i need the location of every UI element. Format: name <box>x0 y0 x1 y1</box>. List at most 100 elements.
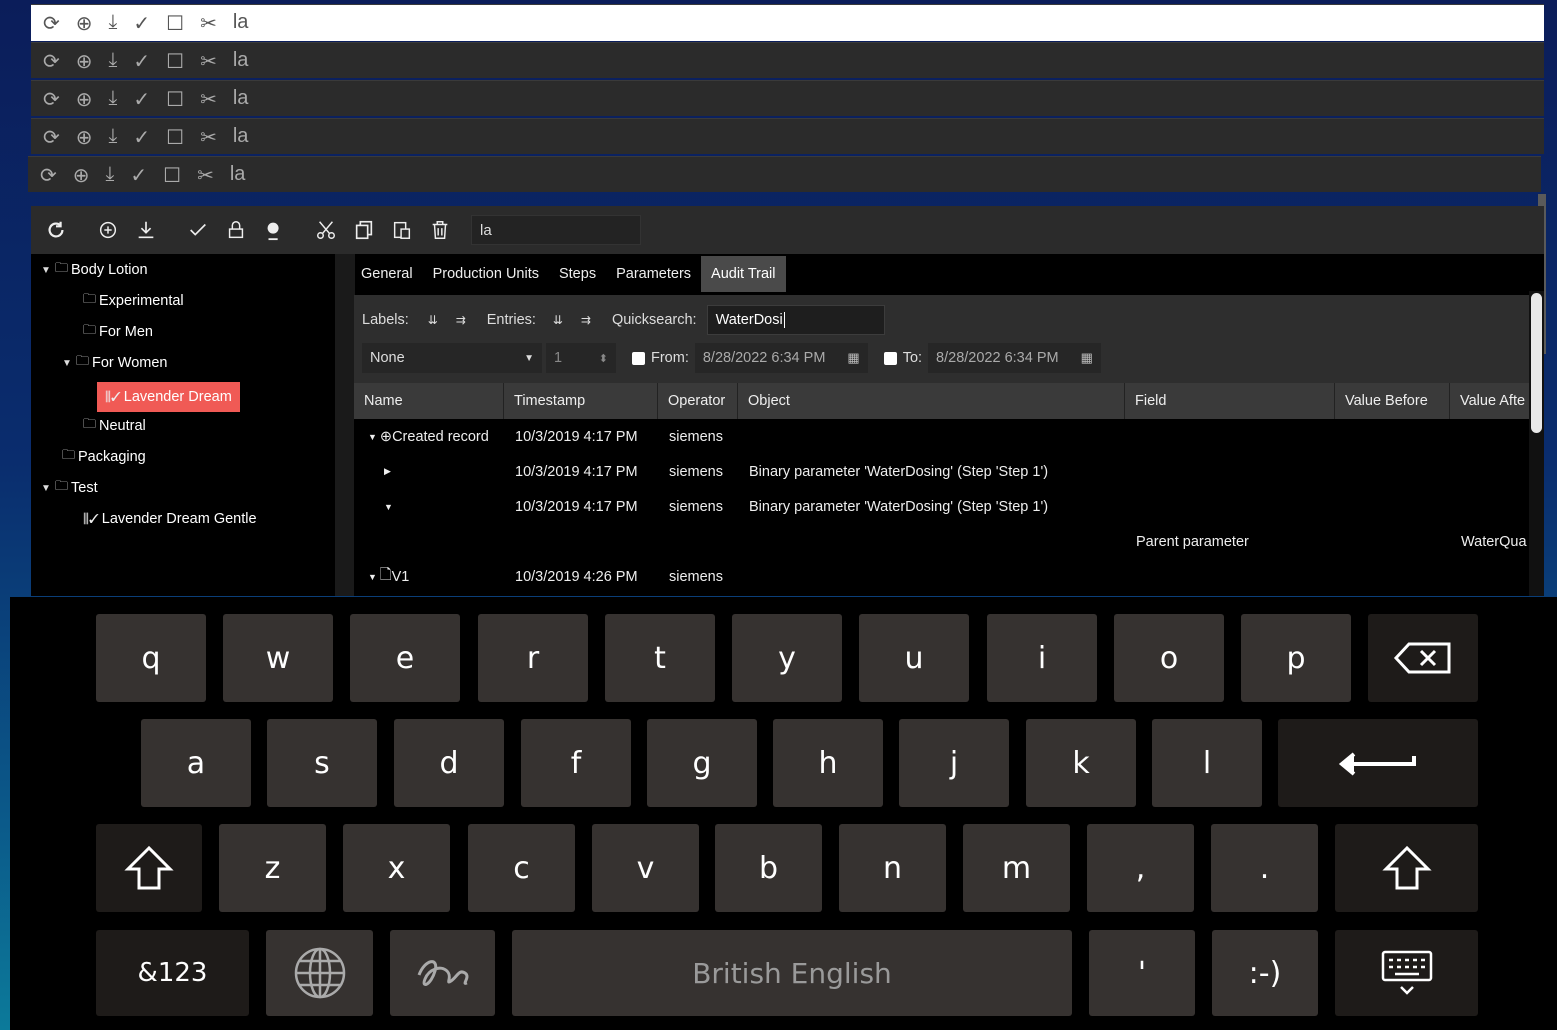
collapse-all-icon[interactable]: ⇊ <box>421 308 445 332</box>
table-row[interactable]: Parent parameter WaterQua <box>354 524 1529 559</box>
key-handwriting[interactable] <box>390 930 495 1016</box>
key-shift-left[interactable] <box>96 824 202 912</box>
key-a[interactable]: a <box>141 719 251 807</box>
key-n[interactable]: n <box>839 824 946 912</box>
key-z[interactable]: z <box>219 824 326 912</box>
from-date-input[interactable]: 8/28/2022 6:34 PM ▦ <box>694 343 868 373</box>
collapse-arrow-icon[interactable]: ▼ <box>384 489 393 524</box>
tree-item-test[interactable]: ▼ 🗀 Test <box>41 476 98 500</box>
expand-arrow-icon[interactable]: ▼ <box>62 358 76 369</box>
quicksearch-input[interactable]: WaterDosi <box>706 305 885 335</box>
key-l[interactable]: l <box>1152 719 1262 807</box>
column-header-name[interactable]: Name <box>354 383 504 419</box>
copy-icon[interactable] <box>349 215 379 245</box>
tree-item-body-lotion[interactable]: ▼ 🗀 Body Lotion <box>41 258 148 282</box>
key-period[interactable]: . <box>1211 824 1318 912</box>
column-header-value-after[interactable]: Value Afte <box>1450 383 1529 419</box>
key-backspace[interactable] <box>1368 614 1478 702</box>
key-hide-keyboard[interactable] <box>1335 930 1478 1016</box>
key-p[interactable]: p <box>1241 614 1351 702</box>
key-g[interactable]: g <box>647 719 757 807</box>
key-space[interactable]: British English <box>512 930 1072 1016</box>
add-icon[interactable] <box>93 215 123 245</box>
tab-steps[interactable]: Steps <box>549 256 606 292</box>
tree-item-neutral[interactable]: 🗀 Neutral <box>83 414 146 438</box>
filter-select[interactable]: None ▼ <box>362 343 542 373</box>
key-apostrophe[interactable]: ' <box>1089 930 1195 1016</box>
calendar-icon[interactable]: ▦ <box>1081 350 1093 366</box>
tree-item-for-women[interactable]: ▼ 🗀 For Women <box>62 351 168 375</box>
key-w[interactable]: w <box>223 614 333 702</box>
check-icon[interactable] <box>183 215 213 245</box>
toolbar-search-input[interactable]: la <box>471 215 641 245</box>
expand-arrow-icon[interactable]: ▼ <box>41 483 55 494</box>
key-j[interactable]: j <box>899 719 1009 807</box>
expand-all-icon[interactable]: ⇉ <box>574 308 598 332</box>
column-header-field[interactable]: Field <box>1125 383 1335 419</box>
key-e[interactable]: e <box>350 614 460 702</box>
delete-icon[interactable] <box>425 215 455 245</box>
tree-splitter[interactable] <box>335 254 355 596</box>
expand-arrow-icon[interactable]: ▼ <box>41 265 55 276</box>
calendar-icon[interactable]: ▦ <box>847 350 859 366</box>
key-c[interactable]: c <box>468 824 575 912</box>
collapse-all-icon[interactable]: ⇊ <box>546 308 570 332</box>
collapse-arrow-icon[interactable]: ▼ <box>368 432 377 442</box>
tree-item-packaging[interactable]: 🗀 Packaging <box>62 445 146 469</box>
key-shift-right[interactable] <box>1335 824 1478 912</box>
key-o[interactable]: o <box>1114 614 1224 702</box>
key-y[interactable]: y <box>732 614 842 702</box>
to-date-input[interactable]: 8/28/2022 6:34 PM ▦ <box>928 343 1101 373</box>
key-m[interactable]: m <box>963 824 1070 912</box>
key-symbols[interactable]: &123 <box>96 930 249 1016</box>
key-smiley[interactable]: :-) <box>1212 930 1318 1016</box>
column-header-timestamp[interactable]: Timestamp <box>504 383 658 419</box>
tree-item-lavender-dream[interactable]: ⫼✓ Lavender Dream <box>97 382 240 412</box>
key-b[interactable]: b <box>715 824 822 912</box>
tab-general[interactable]: General <box>351 256 423 292</box>
table-row[interactable]: ▼ ⊕ Created record 10/3/2019 4:17 PM sieme… <box>354 419 1529 454</box>
key-v[interactable]: v <box>592 824 699 912</box>
key-d[interactable]: d <box>394 719 504 807</box>
key-s[interactable]: s <box>267 719 377 807</box>
key-comma[interactable]: , <box>1087 824 1194 912</box>
tab-parameters[interactable]: Parameters <box>606 256 701 292</box>
key-t[interactable]: t <box>605 614 715 702</box>
download-icon[interactable] <box>131 215 161 245</box>
count-spinbox[interactable]: 1 ⬍ <box>546 343 616 373</box>
paste-icon[interactable] <box>387 215 417 245</box>
tree-item-lavender-dream-gentle[interactable]: ⫼✓ Lavender Dream Gentle <box>83 507 257 531</box>
collapse-arrow-icon[interactable]: ▼ <box>368 572 377 582</box>
expand-all-icon[interactable]: ⇉ <box>449 308 473 332</box>
key-q[interactable]: q <box>96 614 206 702</box>
key-enter[interactable] <box>1278 719 1478 807</box>
scrollbar-thumb[interactable] <box>1531 293 1542 433</box>
column-header-value-before[interactable]: Value Before <box>1335 383 1450 419</box>
user-icon[interactable] <box>259 215 289 245</box>
lock-icon[interactable] <box>221 215 251 245</box>
key-k[interactable]: k <box>1026 719 1136 807</box>
expand-arrow-icon[interactable]: ▶ <box>384 454 391 489</box>
grid-scrollbar[interactable] <box>1529 291 1544 596</box>
table-row[interactable]: ▼ 10/3/2019 4:17 PM siemens Binary param… <box>354 489 1529 524</box>
refresh-icon[interactable] <box>41 215 71 245</box>
key-x[interactable]: x <box>343 824 450 912</box>
tree-item-for-men[interactable]: 🗀 For Men <box>83 320 153 344</box>
table-row[interactable]: ▶ 10/3/2019 4:17 PM siemens Binary param… <box>354 454 1529 489</box>
column-header-operator[interactable]: Operator <box>658 383 738 419</box>
column-header-object[interactable]: Object <box>738 383 1125 419</box>
tree-item-experimental[interactable]: 🗀 Experimental <box>83 289 184 313</box>
table-row[interactable]: ▼ 🗋 V1 10/3/2019 4:26 PM siemens <box>354 559 1529 594</box>
from-checkbox[interactable] <box>632 351 645 365</box>
key-language[interactable] <box>266 930 373 1016</box>
to-checkbox[interactable] <box>883 351 897 365</box>
key-h[interactable]: h <box>773 719 883 807</box>
spin-arrows-icon[interactable]: ⬍ <box>599 352 608 365</box>
tab-production-units[interactable]: Production Units <box>423 256 549 292</box>
key-u[interactable]: u <box>859 614 969 702</box>
cut-icon[interactable] <box>311 215 341 245</box>
key-r[interactable]: r <box>478 614 588 702</box>
key-i[interactable]: i <box>987 614 1097 702</box>
key-f[interactable]: f <box>521 719 631 807</box>
tab-audit-trail[interactable]: Audit Trail <box>701 256 786 292</box>
